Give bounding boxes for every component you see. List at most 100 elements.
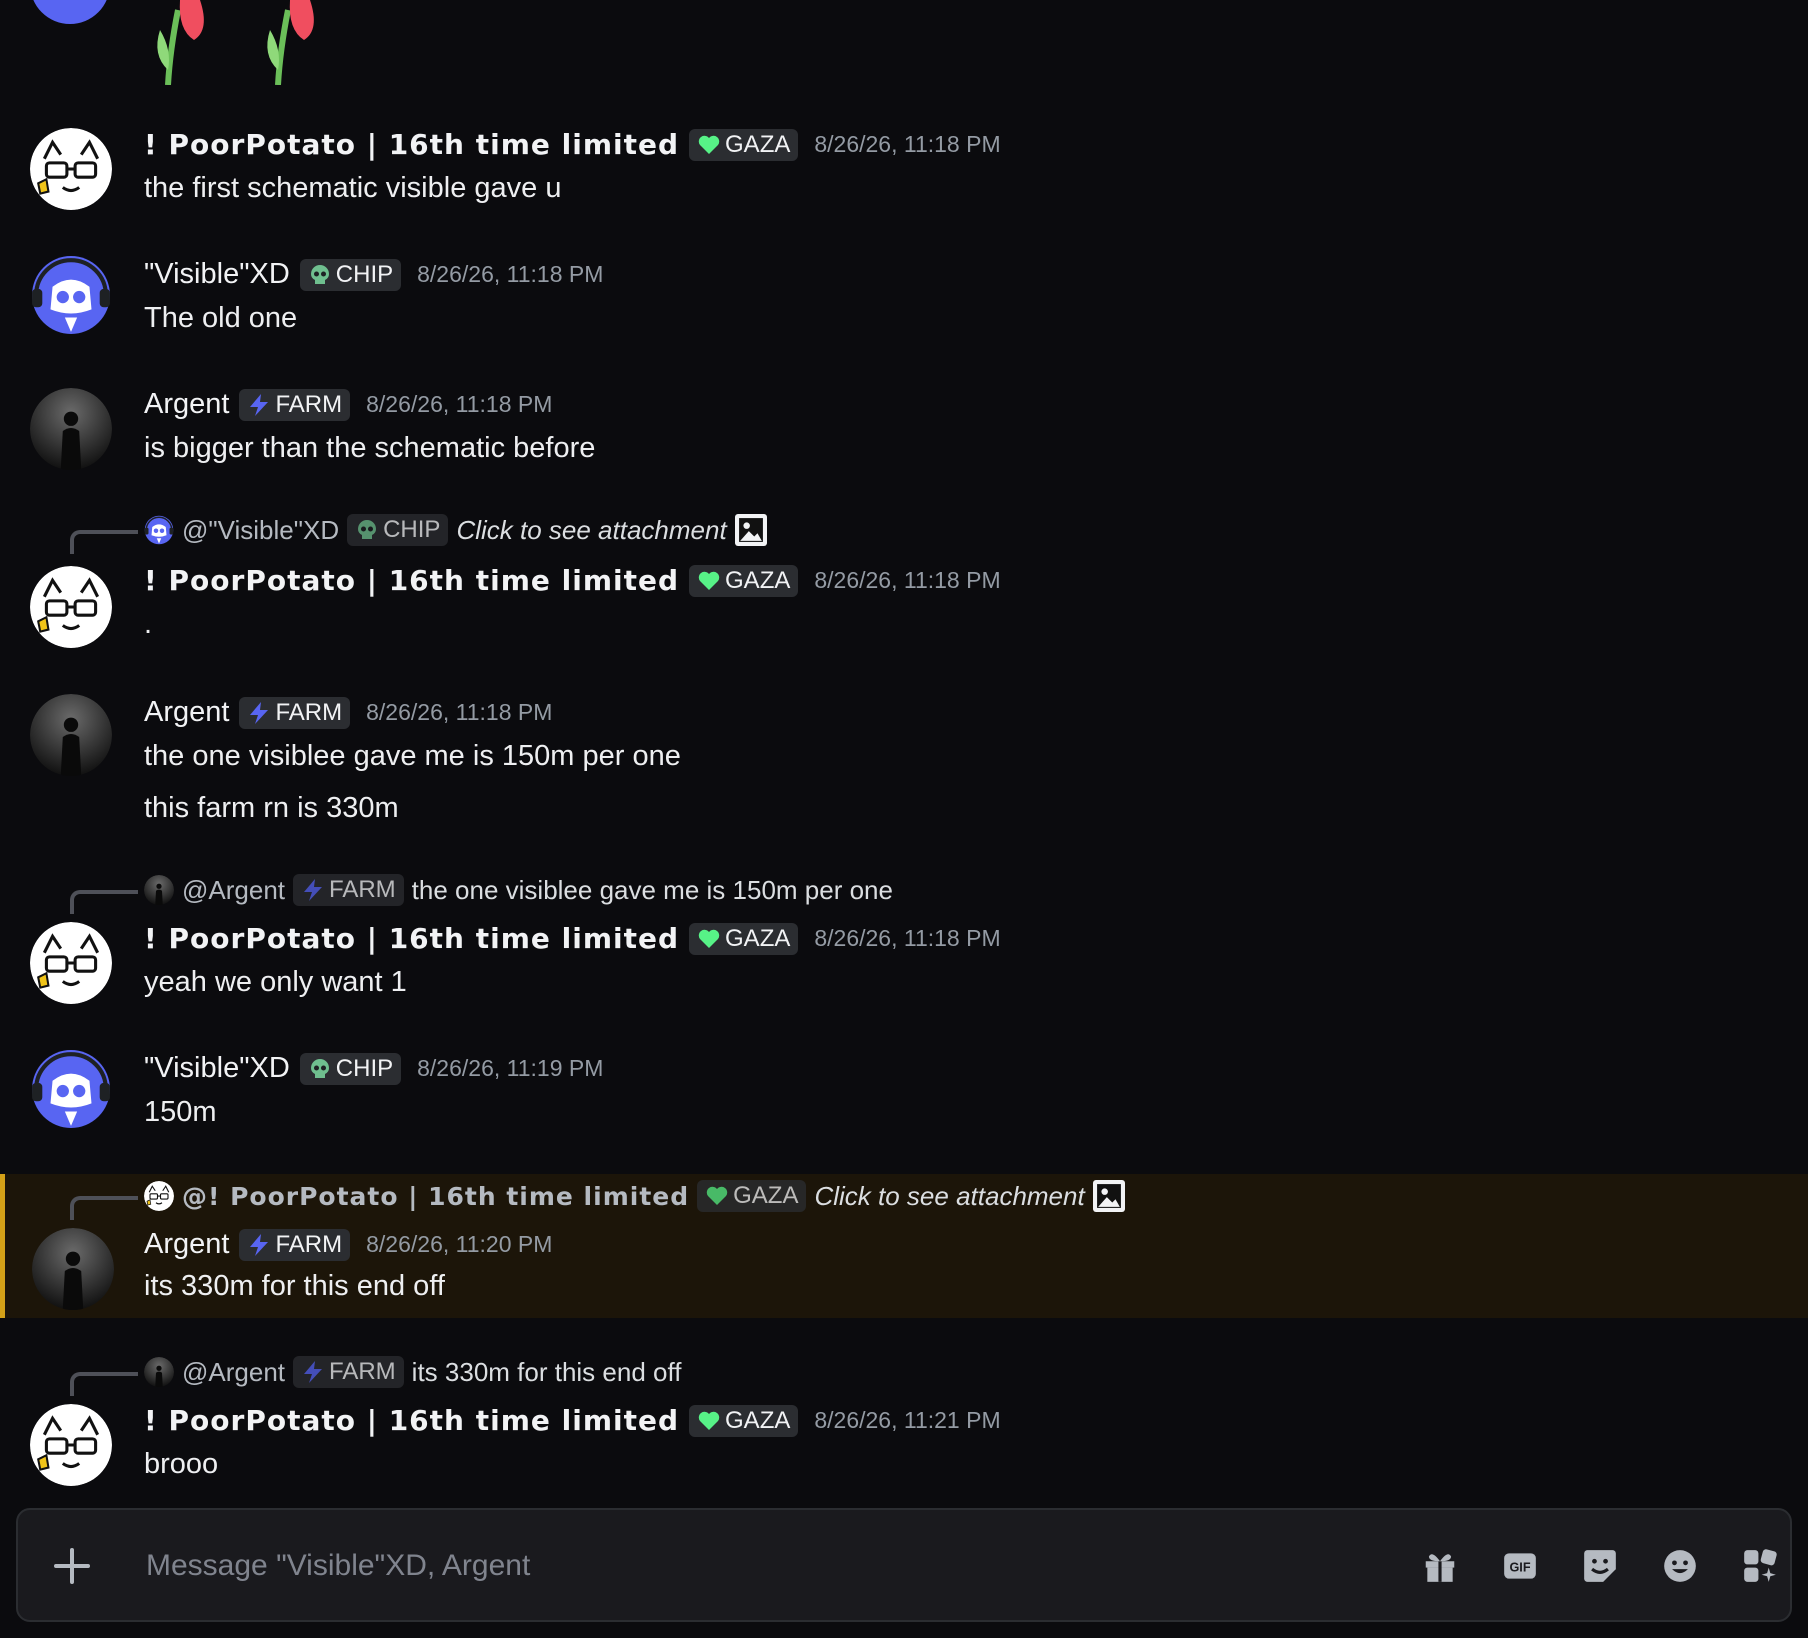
reply-preview[interactable]: @Argent FARM the one visiblee gave me is… xyxy=(144,874,893,906)
username[interactable]: Argent xyxy=(144,696,229,729)
timestamp: 8/26/26, 11:18 PM xyxy=(814,131,1001,157)
message-input[interactable] xyxy=(144,1532,1398,1600)
tag-label: GAZA xyxy=(725,924,791,952)
avatar[interactable] xyxy=(30,0,110,24)
reply-text[interactable]: the one visiblee gave me is 150m per one xyxy=(412,875,893,906)
image-icon xyxy=(734,514,767,546)
emoji-icon[interactable] xyxy=(1658,1544,1702,1588)
svg-text:GIF: GIF xyxy=(1509,1561,1530,1575)
reply-username[interactable]: @Argent xyxy=(182,875,285,906)
timestamp: 8/26/26, 11:20 PM xyxy=(366,1231,553,1257)
username[interactable]: ! PoorPotato | 16th time limited xyxy=(144,564,679,597)
reply-text[interactable]: Click to see attachment xyxy=(456,515,726,546)
reply-avatar xyxy=(144,1357,174,1387)
server-tag[interactable]: FARM xyxy=(239,696,351,729)
server-tag[interactable]: FARM xyxy=(239,388,351,421)
message-text: . xyxy=(144,608,153,640)
avatar[interactable] xyxy=(30,254,112,336)
reply-username[interactable]: @! PoorPotato | 16th time limited xyxy=(182,1182,689,1211)
avatar[interactable] xyxy=(30,128,112,210)
message-header: ! PoorPotato | 16th time limited GAZA 8/… xyxy=(144,922,1001,955)
message-mention-highlight[interactable]: @! PoorPotato | 16th time limited GAZA C… xyxy=(0,1174,1808,1318)
server-tag: CHIP xyxy=(347,514,449,546)
gift-icon[interactable] xyxy=(1418,1544,1462,1588)
message-text: this farm rn is 330m xyxy=(144,792,399,824)
reply-preview[interactable]: @Argent FARM its 330m for this end off xyxy=(144,1356,681,1388)
reply-preview[interactable]: @! PoorPotato | 16th time limited GAZA C… xyxy=(144,1180,1125,1212)
reply-username[interactable]: @"Visible"XD xyxy=(182,515,339,546)
message-header: ! PoorPotato | 16th time limited GAZA 8/… xyxy=(144,1404,1001,1437)
server-tag[interactable]: CHIP xyxy=(299,258,402,291)
message[interactable]: "Visible"XD CHIP 8/26/26, 11:19 PM 150m xyxy=(0,1040,1808,1150)
message[interactable]: "Visible"XD CHIP 8/26/26, 11:18 PM The o… xyxy=(0,246,1808,356)
lightning-icon xyxy=(247,701,271,725)
chat-message-list[interactable]: ! PoorPotato | 16th time limited GAZA 8/… xyxy=(0,0,1808,1500)
message[interactable]: @Argent FARM its 330m for this end off !… xyxy=(0,1350,1808,1490)
message[interactable]: @"Visible"XD CHIP Click to see attachmen… xyxy=(0,510,1808,660)
timestamp: 8/26/26, 11:19 PM xyxy=(417,1055,604,1081)
plus-icon[interactable] xyxy=(52,1546,92,1586)
avatar[interactable] xyxy=(32,1228,114,1310)
sticker-icon[interactable] xyxy=(1578,1544,1622,1588)
reply-username[interactable]: @Argent xyxy=(182,1357,285,1388)
flower-sticker-icon xyxy=(267,0,314,85)
reply-avatar xyxy=(144,1181,174,1211)
green-heart-icon xyxy=(697,927,721,951)
avatar[interactable] xyxy=(30,694,112,776)
server-tag[interactable]: GAZA xyxy=(689,922,799,955)
green-heart-icon xyxy=(697,1409,721,1433)
tag-label: FARM xyxy=(275,1230,343,1258)
message[interactable]: ! PoorPotato | 16th time limited GAZA 8/… xyxy=(0,116,1808,226)
green-heart-icon xyxy=(697,569,721,593)
reply-spine xyxy=(70,530,138,554)
reply-text[interactable]: its 330m for this end off xyxy=(412,1357,682,1388)
username[interactable]: Argent xyxy=(144,388,229,421)
message-header: ! PoorPotato | 16th time limited GAZA 8/… xyxy=(144,128,1001,161)
message-header: "Visible"XD CHIP 8/26/26, 11:19 PM xyxy=(144,1052,603,1085)
username[interactable]: ! PoorPotato | 16th time limited xyxy=(144,1404,679,1437)
server-tag[interactable]: GAZA xyxy=(689,564,799,597)
message-text: the first schematic visible gave u xyxy=(144,172,562,204)
message[interactable]: @Argent FARM the one visiblee gave me is… xyxy=(0,868,1808,1018)
timestamp: 8/26/26, 11:18 PM xyxy=(814,925,1001,951)
username[interactable]: ! PoorPotato | 16th time limited xyxy=(144,922,679,955)
green-heart-icon xyxy=(705,1184,729,1208)
server-tag: FARM xyxy=(293,1356,404,1388)
avatar[interactable] xyxy=(30,922,112,1004)
avatar[interactable] xyxy=(30,388,112,470)
reply-spine xyxy=(70,890,138,914)
apps-icon[interactable] xyxy=(1738,1544,1782,1588)
sticker-message[interactable] xyxy=(150,0,330,85)
lightning-icon xyxy=(247,1233,271,1257)
message[interactable]: Argent FARM 8/26/26, 11:18 PM is bigger … xyxy=(0,376,1808,486)
server-tag[interactable]: GAZA xyxy=(689,1404,799,1437)
tag-label: FARM xyxy=(275,698,343,726)
tag-label: GAZA xyxy=(725,130,791,158)
server-tag[interactable]: CHIP xyxy=(299,1052,402,1085)
tag-label: GAZA xyxy=(725,566,791,594)
image-icon xyxy=(1092,1180,1125,1212)
timestamp: 8/26/26, 11:18 PM xyxy=(366,391,553,417)
username[interactable]: Argent xyxy=(144,1228,229,1261)
avatar[interactable] xyxy=(30,1048,112,1130)
green-heart-icon xyxy=(697,133,721,157)
gif-icon[interactable]: GIF xyxy=(1498,1544,1542,1588)
message[interactable]: Argent FARM 8/26/26, 11:18 PM the one vi… xyxy=(0,684,1808,834)
avatar[interactable] xyxy=(30,566,112,648)
tag-label: CHIP xyxy=(383,516,441,543)
reply-text[interactable]: Click to see attachment xyxy=(814,1181,1084,1212)
username[interactable]: "Visible"XD xyxy=(144,258,290,291)
avatar[interactable] xyxy=(30,1404,112,1486)
skull-icon xyxy=(308,263,332,287)
server-tag[interactable]: FARM xyxy=(239,1228,351,1261)
username[interactable]: "Visible"XD xyxy=(144,1052,290,1085)
lightning-icon xyxy=(301,1360,325,1384)
message-text: the one visiblee gave me is 150m per one xyxy=(144,740,681,772)
server-tag[interactable]: GAZA xyxy=(689,128,799,161)
message-text: brooo xyxy=(144,1448,219,1480)
reply-preview[interactable]: @"Visible"XD CHIP Click to see attachmen… xyxy=(144,514,767,546)
timestamp: 8/26/26, 11:21 PM xyxy=(814,1407,1001,1433)
server-tag: GAZA xyxy=(697,1180,807,1212)
username[interactable]: ! PoorPotato | 16th time limited xyxy=(144,128,679,161)
reply-spine xyxy=(70,1372,138,1396)
